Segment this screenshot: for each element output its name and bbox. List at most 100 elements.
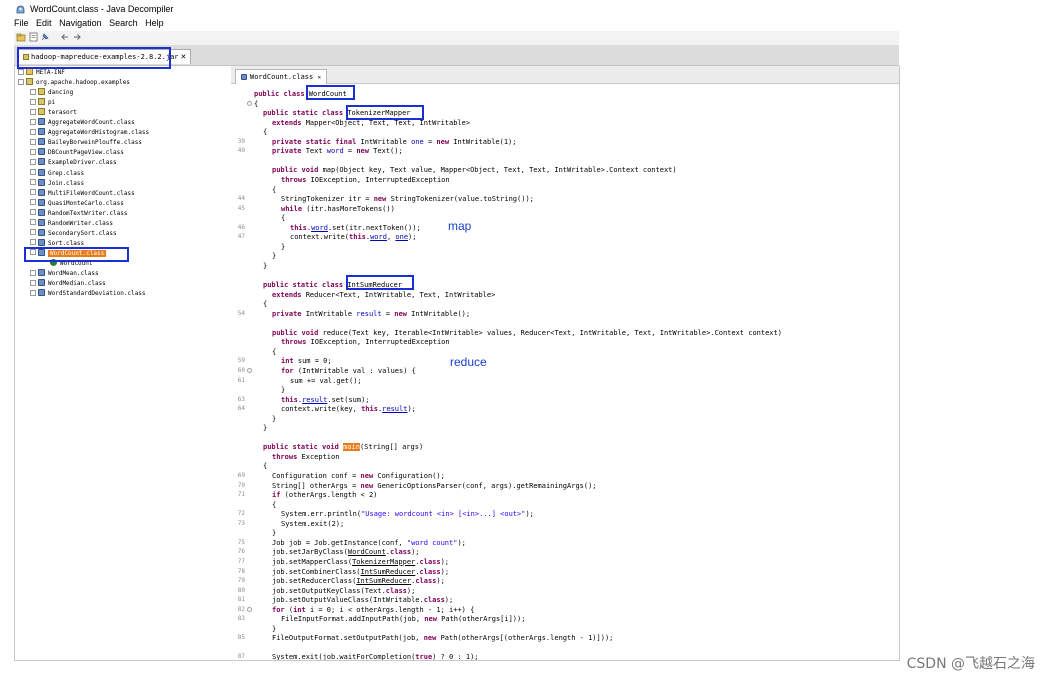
expand-toggle-icon[interactable] <box>18 68 24 75</box>
tree-item[interactable]: DBCountPageView.class <box>30 148 124 158</box>
code-text: } <box>272 528 276 538</box>
expand-toggle-icon[interactable] <box>30 88 36 95</box>
tree-item[interactable]: AggregateWordCount.class <box>30 118 135 128</box>
line-number: 81 <box>237 596 245 604</box>
code-line: extends Mapper<Object, Text, Text, IntWr… <box>231 118 899 128</box>
tree-item[interactable]: WordCount.class <box>30 248 107 259</box>
expand-toggle-icon[interactable] <box>18 78 24 85</box>
expand-toggle-icon[interactable] <box>30 269 36 276</box>
line-number: 45 <box>237 204 245 212</box>
code-text: public static class IntSumReducer <box>263 280 402 290</box>
code-text: throws IOException, InterruptedException <box>281 337 450 347</box>
expand-toggle-icon[interactable] <box>30 279 36 286</box>
code-line: 54 private IntWritable result = new IntWr… <box>231 309 899 319</box>
close-icon[interactable]: ✕ <box>181 53 187 61</box>
code-line: { <box>231 127 899 137</box>
forward-arrow-icon[interactable] <box>72 32 82 42</box>
code-line: 83 FileInputFormat.addInputPath(job, new … <box>231 614 899 624</box>
tree-item[interactable]: BaileyBorweinPlouffe.class <box>30 138 142 148</box>
tree-item[interactable]: AggregateWordHistogram.class <box>30 128 149 138</box>
code-line: 80 job.setOutputKeyClass(Text.class); <box>231 586 899 596</box>
code-token: System.exit(2); <box>281 519 345 528</box>
code-token: public static class <box>263 281 348 289</box>
expand-toggle-icon[interactable] <box>30 98 36 105</box>
code-token: public void <box>272 328 323 337</box>
code-text: public class WordCount <box>254 89 347 99</box>
tree-item[interactable]: dancing <box>30 88 73 98</box>
code-token: System.err.println( <box>281 510 362 519</box>
code-text: FileOutputFormat.setOutputPath(job, new … <box>272 633 613 643</box>
code-token: (String[] args) <box>359 443 424 452</box>
tree-item[interactable]: Sort.class <box>30 238 84 249</box>
menu-navigation[interactable]: Navigation <box>59 18 102 28</box>
code-view[interactable]: public class WordCount{public static cla… <box>231 85 899 660</box>
code-line: 61 sum += val.get(); <box>231 376 899 386</box>
tree-item[interactable]: RandomTextWriter.class <box>30 208 128 219</box>
expand-toggle-icon[interactable] <box>30 219 36 226</box>
jar-tab[interactable]: hadoop-mapreduce-examples-2.8.2.jar ✕ <box>18 49 192 64</box>
tree-item[interactable]: ExampleDriver.class <box>30 158 117 168</box>
menu-help[interactable]: Help <box>145 18 164 28</box>
package-icon <box>38 88 45 96</box>
code-line: 63 this.result.set(sum); <box>231 395 899 405</box>
editor-tab[interactable]: WordCount.class ✕ <box>235 69 328 84</box>
expand-toggle-icon[interactable] <box>30 158 36 165</box>
tree-item[interactable]: WordMean.class <box>30 269 99 279</box>
fold-marker-icon[interactable] <box>247 606 252 612</box>
code-token: IOException, InterruptedException <box>310 338 450 347</box>
code-token: this <box>290 223 307 232</box>
expand-toggle-icon[interactable] <box>30 289 36 296</box>
tree-item[interactable]: Grep.class <box>30 168 84 179</box>
menu-edit[interactable]: Edit <box>36 18 52 28</box>
code-text: { <box>254 99 258 109</box>
code-token: context.write( <box>290 233 350 242</box>
tree-item[interactable]: WordStandardDeviation.class <box>30 289 146 299</box>
code-token: ); <box>525 510 534 519</box>
tree-item-label: RandomTextWriter.class <box>48 209 128 217</box>
fold-marker-icon[interactable] <box>247 367 252 373</box>
expand-toggle-icon[interactable] <box>30 108 36 115</box>
expand-toggle-icon[interactable] <box>30 179 36 186</box>
tree-item[interactable]: terasort <box>30 108 77 118</box>
expand-toggle-icon[interactable] <box>30 249 36 256</box>
expand-toggle-icon[interactable] <box>30 169 36 175</box>
fold-marker-icon[interactable] <box>247 100 252 106</box>
menu-file[interactable]: File <box>14 18 29 28</box>
tree-item[interactable]: Join.class <box>30 178 84 189</box>
class-file-icon <box>38 269 45 276</box>
line-number: 71 <box>237 491 245 499</box>
expand-toggle-icon[interactable] <box>30 118 36 125</box>
menu-search[interactable]: Search <box>109 18 138 28</box>
back-arrow-icon[interactable] <box>60 32 70 42</box>
expand-toggle-icon[interactable] <box>30 209 36 216</box>
tree-item[interactable]: MultiFileWordCount.class <box>30 188 135 199</box>
open-file-icon[interactable] <box>16 32 26 42</box>
tree-item[interactable]: org.apache.hadoop.examples <box>18 78 130 88</box>
tree-item[interactable]: WordMedian.class <box>30 279 106 289</box>
code-token: { <box>272 185 277 194</box>
expand-toggle-icon[interactable] <box>30 128 36 135</box>
expand-toggle-icon[interactable] <box>30 189 36 196</box>
code-token: this <box>349 233 366 242</box>
code-token: } <box>272 252 277 261</box>
expand-toggle-icon[interactable] <box>30 199 36 206</box>
code-token: result <box>356 309 382 318</box>
tree-item[interactable]: SecondarySort.class <box>30 228 117 239</box>
expand-toggle-icon[interactable] <box>30 229 36 236</box>
code-text: { <box>263 127 267 137</box>
tree-item[interactable]: QuasiMonteCarlo.class <box>30 198 124 209</box>
expand-toggle-icon[interactable] <box>30 138 36 145</box>
expand-toggle-icon[interactable] <box>30 148 36 155</box>
code-line: } <box>231 414 899 424</box>
tree-item[interactable]: RandomWriter.class <box>30 218 113 229</box>
close-icon[interactable]: ✕ <box>317 74 321 81</box>
code-line: 45 while (itr.hasMoreTokens()) <box>231 204 899 214</box>
expand-toggle-icon[interactable] <box>30 239 36 246</box>
code-text: { <box>272 500 276 510</box>
tree-item[interactable]: META-INF <box>18 68 65 78</box>
line-number: 75 <box>237 538 245 546</box>
open-folder-icon[interactable] <box>29 32 39 42</box>
tree-item[interactable]: pi <box>30 98 55 108</box>
pin-icon[interactable] <box>40 32 50 42</box>
tree-item[interactable]: WordCount <box>42 258 93 269</box>
